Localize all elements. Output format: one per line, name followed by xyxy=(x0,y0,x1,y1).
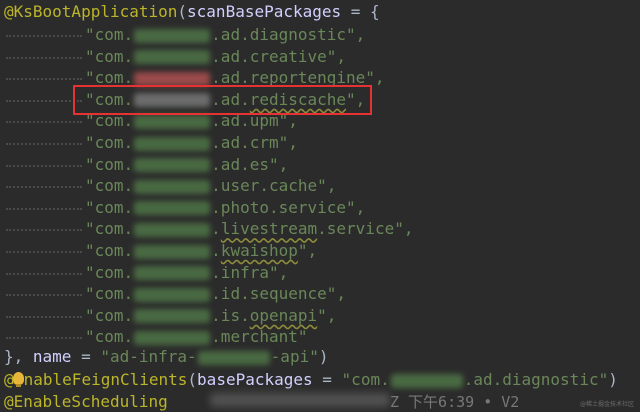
code-line-feign: @ nableFeignClients(basePackages = "com..… xyxy=(4,370,618,389)
redacted-text xyxy=(134,266,211,281)
indent-guide xyxy=(6,229,82,232)
redacted-text xyxy=(197,350,270,365)
indent-guide xyxy=(6,251,82,253)
code-line-1: @KsBootApplication(scanBasePackages = { xyxy=(4,2,380,21)
indent-guide xyxy=(6,143,82,145)
redacted-text xyxy=(134,50,211,65)
indent-guide xyxy=(6,207,82,210)
watermark: @稀土掘金技术社区 xyxy=(579,401,634,408)
redacted-text xyxy=(134,222,211,237)
indent-guide xyxy=(6,35,82,37)
package-line: "com. .ad.es", xyxy=(85,154,289,174)
indent-guide xyxy=(6,99,82,102)
spellcheck-word: livestream xyxy=(220,219,318,239)
redacted-text xyxy=(134,287,211,302)
package-line: "com. .kwaishop", xyxy=(85,241,318,260)
redacted-text xyxy=(134,201,211,216)
package-line: "com. .merchant" xyxy=(85,327,308,347)
code-editor[interactable]: @KsBootApplication(scanBasePackages = { … xyxy=(0,0,640,412)
redacted-text xyxy=(134,158,211,173)
code-line-close: }, name = "ad-infra- -api") xyxy=(4,347,329,366)
spellcheck-word: openapi xyxy=(249,305,318,325)
inline-blame: Z 下午6:39 • V2 xyxy=(390,393,520,411)
param-scanbasepackages: scanBasePackages xyxy=(187,2,342,21)
indent-guide xyxy=(6,78,82,81)
redacted-text xyxy=(134,71,211,86)
redacted-text xyxy=(134,309,211,324)
redacted-text xyxy=(134,136,211,151)
redacted-text xyxy=(134,330,211,345)
redacted-text xyxy=(390,373,463,388)
redacted-text xyxy=(134,244,211,259)
package-line: "com. .is.openapi", xyxy=(85,305,337,325)
package-line: "com. .livestream.service", xyxy=(85,219,414,239)
indent-guide xyxy=(6,186,82,189)
indent-guide xyxy=(6,272,82,275)
redacted-text xyxy=(134,114,211,129)
indent-guide xyxy=(6,164,82,167)
redacted-text xyxy=(134,179,211,194)
indent-guide xyxy=(6,337,82,340)
package-line: "com. .user.cache", xyxy=(85,176,337,196)
highlight-box xyxy=(73,85,372,115)
package-line: "com. .ad.creative", xyxy=(85,46,347,66)
spellcheck-word: kwaishop xyxy=(220,241,298,260)
package-line: "com. .photo.service", xyxy=(85,197,366,217)
package-line: "com. .id.sequence", xyxy=(85,284,347,304)
code-line-scheduling: @EnableScheduling xyxy=(4,392,168,412)
annotation-enablefeignclients: nableFeignClients xyxy=(23,370,188,389)
redacted-text xyxy=(134,28,211,43)
indent-guide xyxy=(6,315,82,318)
package-line: "com. .infra", xyxy=(85,262,289,282)
indent-guide xyxy=(6,56,82,59)
redacted-blame xyxy=(210,393,390,407)
annotation-enablescheduling: @EnableScheduling xyxy=(4,392,168,411)
indent-guide xyxy=(6,121,82,124)
package-line: "com. .ad.crm", xyxy=(85,133,298,152)
indent-guide xyxy=(6,294,82,297)
annotation-ksbootapplication: @KsBootApplication xyxy=(4,2,178,21)
package-line: "com. .ad.diagnostic", xyxy=(85,25,366,44)
